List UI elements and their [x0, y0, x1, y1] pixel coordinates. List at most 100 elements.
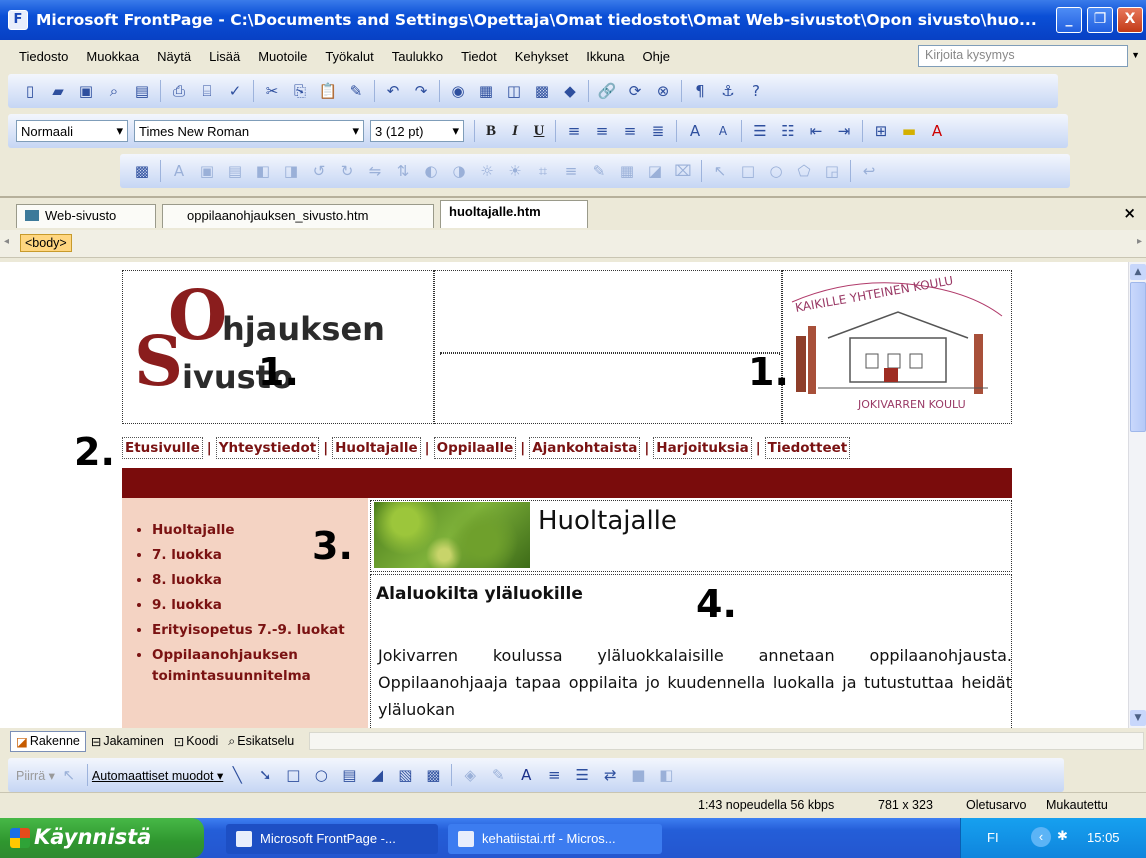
tab-oppilaanohjauksen-sivusto[interactable]: oppilaanohjauksen_sivusto.htm [162, 204, 434, 228]
paste-icon[interactable]: 📋 [317, 81, 339, 101]
open-folder-icon[interactable]: ▰ [47, 81, 69, 101]
drawing-icon[interactable]: ◆ [559, 81, 581, 101]
less-brightness-icon[interactable]: ☀ [504, 161, 526, 181]
nav-oppilaalle[interactable]: Oppilaalle [433, 437, 517, 459]
new-page-icon[interactable]: ▯ [19, 81, 41, 101]
select-icon[interactable]: ↖ [709, 161, 731, 181]
body-tag[interactable]: <body> [20, 234, 72, 252]
bold-button[interactable]: B [479, 123, 503, 140]
network-icon[interactable]: ✱ [1057, 828, 1068, 844]
close-button[interactable]: X [1117, 7, 1143, 33]
arrow-style-icon[interactable]: ⇄ [599, 765, 621, 785]
rectangle-icon[interactable]: □ [282, 765, 304, 785]
oval-icon[interactable]: ○ [310, 765, 332, 785]
bevel-icon[interactable]: ◪ [644, 161, 666, 181]
hyperlink-icon[interactable]: 🔗 [596, 81, 618, 101]
line-style-icon[interactable]: ≡ [543, 765, 565, 785]
font-color-icon[interactable]: A [515, 765, 537, 785]
highlight-icon[interactable]: ▬ [898, 121, 920, 141]
bullets-icon[interactable]: ☷ [777, 121, 799, 141]
nav-ajankohtaista[interactable]: Ajankohtaista [529, 437, 641, 459]
restore-icon[interactable]: ↩ [858, 161, 880, 181]
menu-ohje[interactable]: Ohje [634, 49, 679, 64]
menu-nayta[interactable]: Näytä [148, 49, 200, 64]
draw-menu[interactable]: Piirrä ▾ [16, 768, 55, 783]
select-objects-icon[interactable]: ↖ [58, 765, 80, 785]
color-icon[interactable]: ▦ [616, 161, 638, 181]
3d-icon[interactable]: ◧ [655, 765, 677, 785]
send-backward-icon[interactable]: ◨ [280, 161, 302, 181]
wordart-icon[interactable]: ◢ [366, 765, 388, 785]
custom-mode[interactable]: Mukautettu [1046, 798, 1108, 812]
font-size-select[interactable]: 3 (12 pt) ▾ [370, 120, 464, 142]
clipart-icon[interactable]: ▧ [394, 765, 416, 785]
increase-indent-icon[interactable]: ⇥ [833, 121, 855, 141]
increase-font-icon[interactable]: A [684, 121, 706, 141]
design-view[interactable]: O hjauksen S ivusto 1. 1. KAIKILLE YHTEI… [0, 262, 1128, 728]
scroll-thumb[interactable] [1130, 282, 1146, 432]
line-style-icon[interactable]: ≡ [560, 161, 582, 181]
nav-etusivulle[interactable]: Etusivulle [122, 437, 203, 459]
bring-forward-icon[interactable]: ◧ [252, 161, 274, 181]
nav-tiedotteet[interactable]: Tiedotteet [764, 437, 851, 459]
stop-icon[interactable]: ⊗ [652, 81, 674, 101]
position-absolutely-icon[interactable]: ▤ [224, 161, 246, 181]
highlight-hotspots-icon[interactable]: ◲ [821, 161, 843, 181]
side-link-9-luokka[interactable]: 9. luokka [152, 595, 368, 616]
circle-hotspot-icon[interactable]: ○ [765, 161, 787, 181]
tab-web-site[interactable]: Web-sivusto [16, 204, 156, 228]
menu-taulukko[interactable]: Taulukko [383, 49, 452, 64]
task-word[interactable]: kehatiistai.rtf - Micros... [448, 824, 662, 854]
quick-tag-right-arrow-icon[interactable]: ▸ [1137, 236, 1142, 247]
web-component-icon[interactable]: ◉ [447, 81, 469, 101]
rotate-left-icon[interactable]: ↺ [308, 161, 330, 181]
line-icon[interactable]: ╲ [226, 765, 248, 785]
menu-muotoile[interactable]: Muotoile [249, 49, 316, 64]
insert-picture-icon[interactable]: ▩ [531, 81, 553, 101]
search-icon[interactable]: ⌕ [103, 81, 125, 101]
auto-thumbnail-icon[interactable]: ▣ [196, 161, 218, 181]
menu-tiedot[interactable]: Tiedot [452, 49, 506, 64]
side-link-toimintasuunnitelma[interactable]: Oppilaanohjauksen toimintasuunnitelma [152, 645, 368, 687]
rectangle-hotspot-icon[interactable]: □ [737, 161, 759, 181]
anchor-icon[interactable]: ⚓ [717, 81, 739, 101]
menu-tyokalut[interactable]: Työkalut [316, 49, 382, 64]
maximize-button[interactable]: ❐ [1087, 7, 1113, 33]
cut-icon[interactable]: ✂ [261, 81, 283, 101]
less-contrast-icon[interactable]: ◑ [448, 161, 470, 181]
menu-muokkaa[interactable]: Muokkaa [77, 49, 148, 64]
font-color-icon[interactable]: A [926, 121, 948, 141]
arrow-icon[interactable]: ➘ [254, 765, 276, 785]
decrease-indent-icon[interactable]: ⇤ [805, 121, 827, 141]
tab-design[interactable]: ◪ Rakenne [10, 730, 86, 752]
nav-harjoituksia[interactable]: Harjoituksia [653, 437, 752, 459]
justify-icon[interactable]: ≣ [647, 121, 669, 141]
copy-icon[interactable]: ⎘ [289, 81, 311, 101]
horizontal-scrollbar[interactable] [309, 732, 1144, 750]
shadow-icon[interactable]: ■ [627, 765, 649, 785]
frontpage-app-icon[interactable]: F [8, 10, 28, 30]
menu-tiedosto[interactable]: Tiedosto [10, 49, 77, 64]
quick-tag-left-arrow-icon[interactable]: ◂ [4, 236, 9, 247]
align-right-icon[interactable]: ≡ [619, 121, 641, 141]
resample-icon[interactable]: ⌧ [672, 161, 694, 181]
format-painter-icon[interactable]: ✎ [345, 81, 367, 101]
vertical-scrollbar[interactable]: ▲ ▼ [1128, 262, 1146, 728]
insert-layer-icon[interactable]: ◫ [503, 81, 525, 101]
expand-tray-icon[interactable]: ‹ [1031, 827, 1051, 847]
picture-icon[interactable]: ▩ [422, 765, 444, 785]
redo-icon[interactable]: ↷ [410, 81, 432, 101]
start-button[interactable]: Käynnistä [0, 818, 204, 858]
menu-ikkuna[interactable]: Ikkuna [577, 49, 633, 64]
insert-picture-icon[interactable]: ▩ [131, 161, 153, 181]
more-contrast-icon[interactable]: ◐ [420, 161, 442, 181]
rotate-right-icon[interactable]: ↻ [336, 161, 358, 181]
crop-icon[interactable]: ⌗ [532, 161, 554, 181]
nav-huoltajalle[interactable]: Huoltajalle [332, 437, 421, 459]
flip-vertical-icon[interactable]: ⇅ [392, 161, 414, 181]
publish-icon[interactable]: ▤ [131, 81, 153, 101]
text-icon[interactable]: A [168, 161, 190, 181]
tab-split[interactable]: ⊟ Jakaminen [86, 732, 169, 751]
set-transparent-icon[interactable]: ✎ [588, 161, 610, 181]
numbering-icon[interactable]: ☰ [749, 121, 771, 141]
